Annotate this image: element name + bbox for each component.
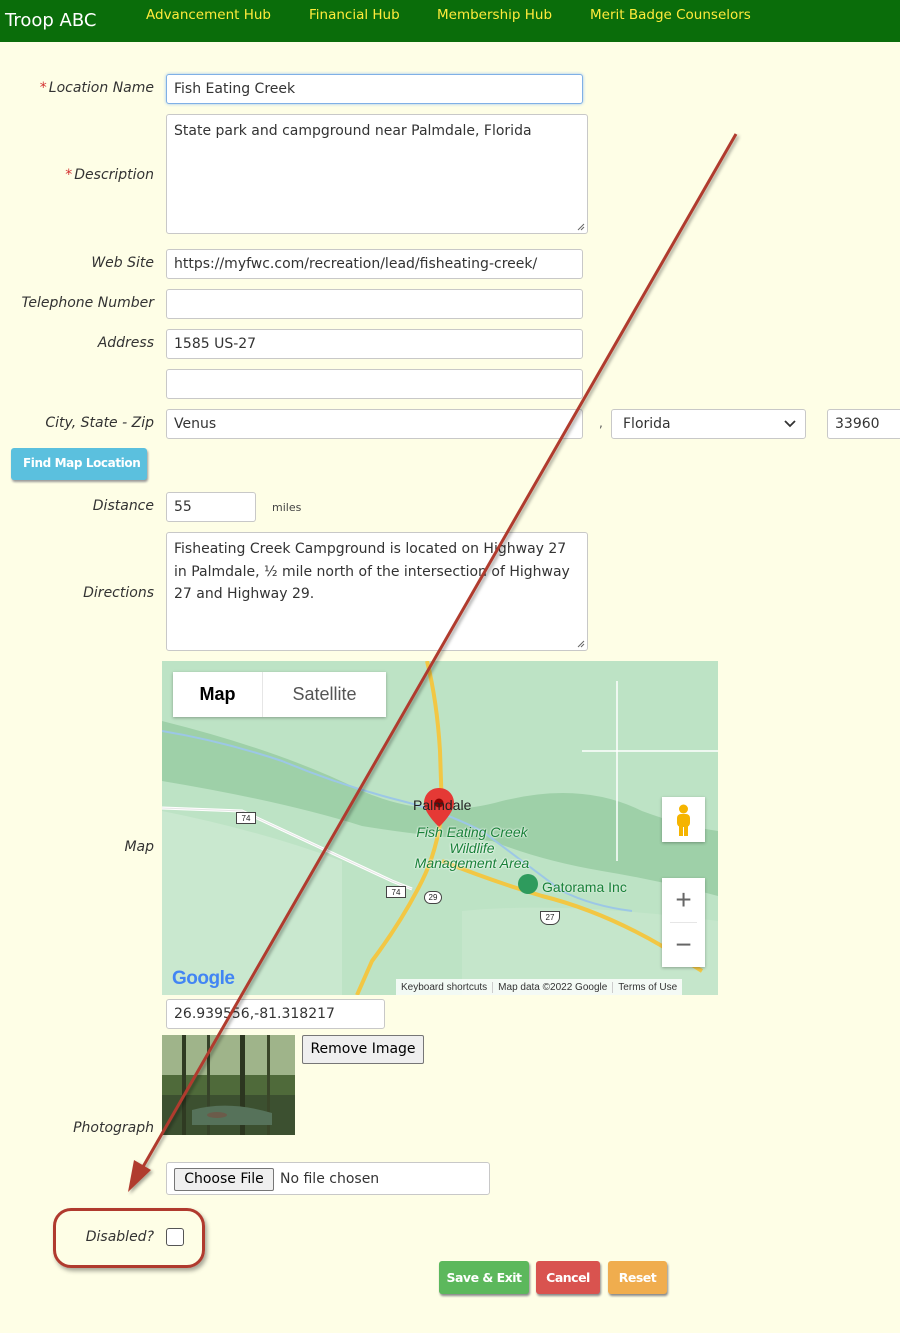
nav-merit-badge-counselors[interactable]: Merit Badge Counselors [590,7,751,23]
distance-unit: miles [272,501,302,514]
keyboard-shortcuts-link[interactable]: Keyboard shortcuts [396,981,494,993]
location-name-label: * Location Name [39,80,154,96]
photo-image [162,1035,295,1135]
nav-advancement-hub[interactable]: Advancement Hub [146,7,271,23]
map-poi-label: Gatorama Inc [542,879,627,895]
google-logo-text: Google [172,968,235,989]
map-area-label: Fish Eating Creek Wildlife Management Ar… [414,824,530,871]
zoom-control: + − [662,878,705,967]
location-photo [162,1035,295,1135]
distance-input[interactable]: 55 [166,492,256,522]
map-type-toggle: Map Satellite [173,672,386,717]
state-select[interactable]: Florida [611,409,806,439]
directions-textarea[interactable]: Fisheating Creek Campground is located o… [166,532,588,651]
find-map-location-button[interactable]: Find Map Location [11,448,147,480]
reset-button[interactable]: Reset [608,1261,667,1294]
address-label: Address [97,335,154,351]
nav-financial-hub[interactable]: Financial Hub [309,7,400,23]
annotation-highlight-circle [53,1208,205,1268]
map-type-satellite-button[interactable]: Satellite [263,672,386,717]
map-town-label: Palmdale [413,797,472,813]
street-view-pegman[interactable] [662,797,705,842]
zoom-out-button[interactable]: − [662,923,705,967]
resize-grip-icon[interactable] [575,638,585,648]
choose-file-button[interactable]: Choose File [174,1168,274,1191]
telephone-input[interactable] [166,289,583,319]
terms-of-use-link[interactable]: Terms of Use [613,982,682,993]
state-selected-value: Florida [623,416,671,432]
directions-label: Directions [83,585,154,601]
file-status-text: No file chosen [280,1171,380,1187]
photograph-label: Photograph [73,1120,154,1136]
address-line1-input[interactable]: 1585 US-27 [166,329,583,359]
save-exit-button[interactable]: Save & Exit [439,1261,529,1294]
map-data-text: Map data ©2022 Google [493,981,614,993]
pegman-icon [677,804,690,836]
map-label: Map [124,839,154,855]
nav-membership-hub[interactable]: Membership Hub [437,7,552,23]
city-input[interactable]: Venus [166,409,583,439]
telephone-label: Telephone Number [21,295,154,311]
required-marker: * [65,167,73,183]
city-state-separator: , [599,416,603,430]
required-marker: * [39,80,47,96]
city-state-zip-label: City, State - Zip [45,415,154,431]
map-type-map-button[interactable]: Map [173,672,263,717]
description-label: * Description [65,167,154,183]
route-74-shield: 74 [236,812,256,824]
coordinates-input[interactable]: 26.939556,-81.318217 [166,999,385,1029]
map-widget[interactable]: Palmdale Fish Eating Creek Wildlife Mana… [162,661,718,995]
website-label: Web Site [91,255,154,271]
route-29-shield: 29 [424,891,442,904]
chevron-down-icon [784,420,796,428]
cancel-button[interactable]: Cancel [536,1261,600,1294]
distance-label: Distance [92,498,154,514]
map-attribution: Keyboard shortcuts Map data ©2022 Google… [396,979,683,995]
zip-input[interactable]: 33960 [827,409,900,439]
top-navbar: Troop ABC Advancement Hub Financial Hub … [0,0,900,42]
address-line2-input[interactable] [166,369,583,399]
photo-file-input[interactable]: Choose File No file chosen [166,1162,490,1195]
website-input[interactable]: https://myfwc.com/recreation/lead/fishea… [166,249,583,279]
route-27-shield: 27 [540,911,560,925]
resize-grip-icon[interactable] [575,221,585,231]
route-74-shield-2: 74 [386,886,406,898]
location-name-input[interactable]: Fish Eating Creek [166,74,583,104]
description-text: State park and campground near Palmdale,… [174,123,532,139]
remove-image-button[interactable]: Remove Image [302,1035,424,1064]
zoom-in-button[interactable]: + [662,878,705,922]
description-textarea[interactable]: State park and campground near Palmdale,… [166,114,588,234]
google-logo[interactable]: Google [172,968,235,990]
directions-text: Fisheating Creek Campground is located o… [174,541,570,602]
brand-title[interactable]: Troop ABC [5,10,96,31]
